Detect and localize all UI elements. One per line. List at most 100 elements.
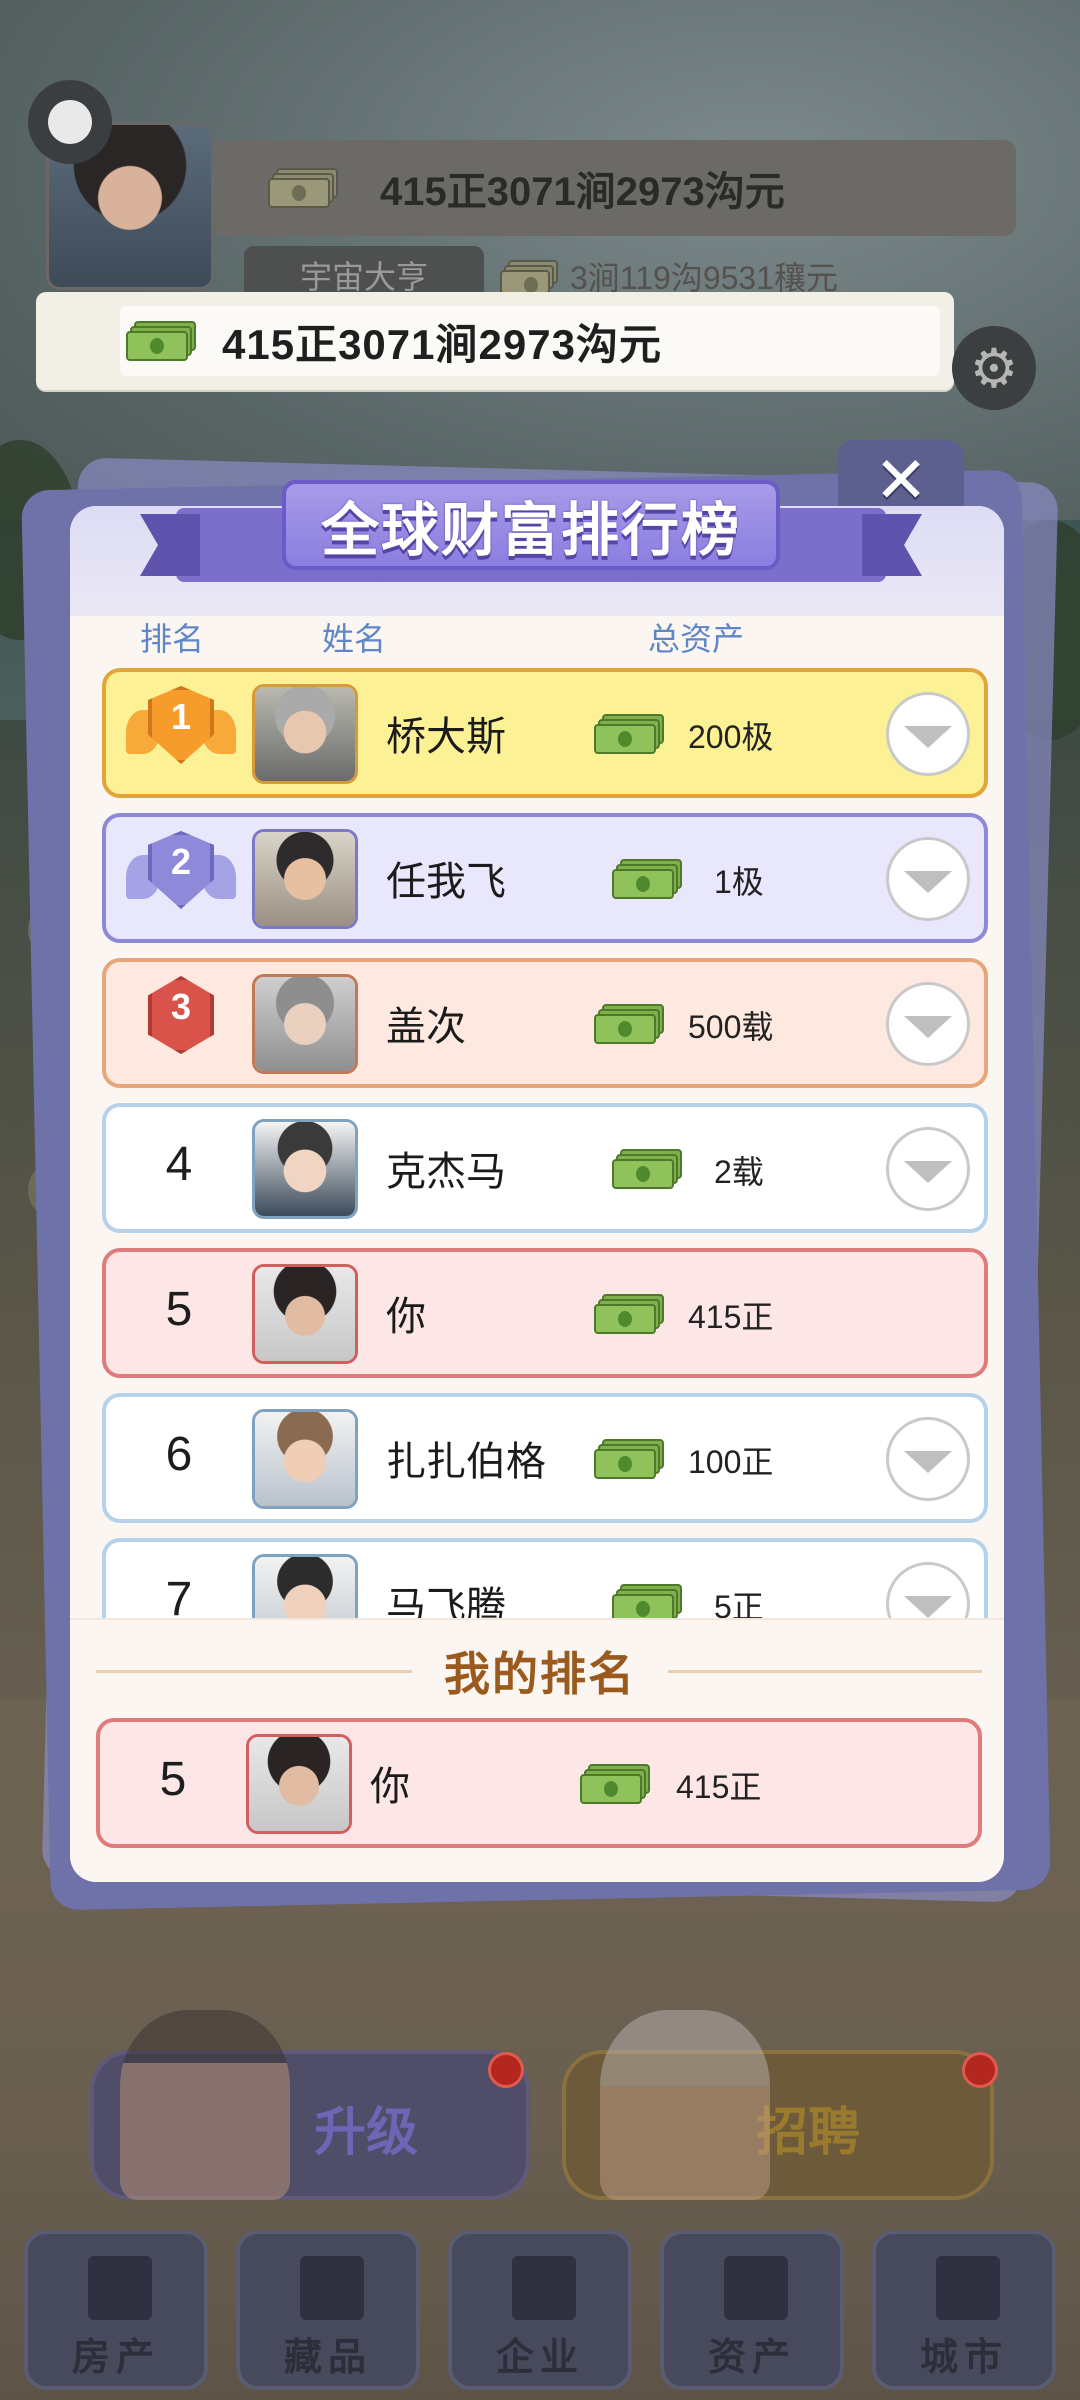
chevron-down-icon: [904, 1596, 952, 1618]
rank-number: 7: [165, 1573, 193, 1618]
my-rank-heading: 我的排名: [412, 1640, 668, 1702]
portrait-avatar: [252, 1264, 358, 1364]
player-name: 扎扎伯格: [386, 1440, 546, 1484]
player-assets: 1极: [714, 864, 764, 900]
portrait-avatar: [246, 1734, 352, 1834]
rank-number: 5: [165, 1283, 193, 1336]
column-header-name: 姓名: [322, 621, 387, 657]
player-name: 桥大斯: [386, 715, 506, 759]
cash-icon: [500, 260, 558, 294]
leaderboard-list[interactable]: 1 桥大斯 200极 2 任我飞 1极 3 盖次 500载 4 克杰马 2载 5…: [96, 662, 996, 1618]
money-popup-text: 415正3071涧2973沟元: [222, 320, 662, 368]
nav-enterprise[interactable]: 企业: [448, 2230, 632, 2390]
nav-city[interactable]: 城市: [872, 2230, 1056, 2390]
settings-gear-icon[interactable]: ⚙: [952, 326, 1036, 410]
expand-button[interactable]: [886, 1127, 970, 1211]
player-assets: 5正: [714, 1589, 764, 1618]
cash-icon: [594, 1004, 664, 1044]
player-assets: 2载: [714, 1154, 764, 1190]
portrait-avatar: [252, 829, 358, 929]
vase-icon: [300, 2256, 364, 2320]
leaderboard-row[interactable]: 1 桥大斯 200极: [102, 668, 988, 798]
cash-icon: [612, 859, 682, 899]
leaderboard-row[interactable]: 7 马飞腾 5正: [102, 1538, 988, 1618]
building-icon: [88, 2256, 152, 2320]
character-female-illustration: [600, 2010, 770, 2200]
expand-button[interactable]: [886, 1417, 970, 1501]
character-male-illustration: [120, 2010, 290, 2200]
factory-icon: [512, 2256, 576, 2320]
nav-label: 房产: [71, 2337, 160, 2379]
expand-button[interactable]: [886, 837, 970, 921]
cash-icon: [594, 1294, 664, 1334]
column-header-assets: 总资产: [648, 621, 745, 657]
rank-number: 4: [165, 1138, 193, 1191]
cash-icon: [268, 168, 338, 208]
player-name: 任我飞: [386, 860, 506, 904]
hud-money-text: 415正3071涧2973沟元: [380, 170, 785, 214]
nav-assets[interactable]: 资产: [660, 2230, 844, 2390]
rank-number: 6: [165, 1428, 193, 1481]
portrait-avatar: [252, 1119, 358, 1219]
cash-icon: [594, 1439, 664, 1479]
nav-label: 企业: [495, 2337, 584, 2379]
leaderboard-row[interactable]: 6 扎扎伯格 100正: [102, 1393, 988, 1523]
list-separator: [70, 1618, 1004, 1620]
portrait-avatar: [252, 1409, 358, 1509]
expand-button[interactable]: [886, 982, 970, 1066]
my-rank-card[interactable]: 5 你 415正: [96, 1718, 982, 1848]
column-header-rank: 排名: [140, 621, 205, 657]
portrait-avatar: [252, 1554, 358, 1618]
chevron-down-icon: [904, 726, 952, 748]
leaderboard-banner: 全球财富排行榜: [176, 480, 886, 590]
portrait-avatar: [252, 974, 358, 1074]
my-rank-row[interactable]: 5 你 415正: [96, 1718, 982, 1848]
cash-icon: [580, 1764, 650, 1804]
cash-icon: [612, 1584, 682, 1618]
nav-label: 城市: [919, 2337, 1008, 2379]
nav-label: 资产: [707, 2337, 796, 2379]
player-assets: 200极: [688, 719, 774, 755]
menu-dot-icon: [48, 100, 92, 144]
portrait-avatar: [252, 684, 358, 784]
player-name: 克杰马: [386, 1150, 506, 1194]
player-assets: 415正: [688, 1299, 774, 1335]
chevron-down-icon: [904, 1451, 952, 1473]
chart-trend-icon: [724, 2256, 788, 2320]
rank-number: 5: [159, 1753, 187, 1806]
expand-button[interactable]: [886, 1562, 970, 1618]
player-name: 你: [370, 1765, 410, 1809]
player-assets: 415正: [676, 1769, 762, 1805]
cash-icon: [126, 321, 196, 361]
city-icon: [936, 2256, 1000, 2320]
recruit-label: 招聘: [756, 2104, 861, 2162]
rank-2-badge-icon: 2: [126, 825, 236, 929]
player-name: 你: [386, 1295, 426, 1339]
player-assets: 500载: [688, 1009, 774, 1045]
rank-1-badge-icon: 1: [126, 680, 236, 784]
leaderboard-title: 全球财富排行榜: [320, 498, 741, 563]
rank-3-badge-icon: 3: [126, 970, 236, 1074]
leaderboard-row[interactable]: 2 任我飞 1极: [102, 813, 988, 943]
leaderboard-row-self[interactable]: 5 你 415正: [102, 1248, 988, 1378]
expand-button[interactable]: [886, 692, 970, 776]
upgrade-label: 升级: [314, 2104, 419, 2162]
cash-icon: [594, 714, 664, 754]
nav-collection[interactable]: 藏品: [236, 2230, 420, 2390]
chevron-down-icon: [904, 1016, 952, 1038]
nav-label: 藏品: [283, 2337, 372, 2379]
player-name: 马飞腾: [386, 1585, 506, 1618]
hud-money-bar: 415正3071涧2973沟元: [212, 140, 1016, 236]
leaderboard-row[interactable]: 4 克杰马 2载: [102, 1103, 988, 1233]
chevron-down-icon: [904, 871, 952, 893]
player-assets: 100正: [688, 1444, 774, 1480]
nav-property[interactable]: 房产: [24, 2230, 208, 2390]
leaderboard-row[interactable]: 3 盖次 500载: [102, 958, 988, 1088]
notification-dot: [962, 2052, 998, 2088]
notification-dot: [488, 2052, 524, 2088]
menu-button[interactable]: [28, 80, 112, 164]
money-popup: 415正3071涧2973沟元: [36, 292, 954, 390]
cash-icon: [612, 1149, 682, 1189]
chevron-down-icon: [904, 1161, 952, 1183]
player-name: 盖次: [386, 1005, 466, 1049]
